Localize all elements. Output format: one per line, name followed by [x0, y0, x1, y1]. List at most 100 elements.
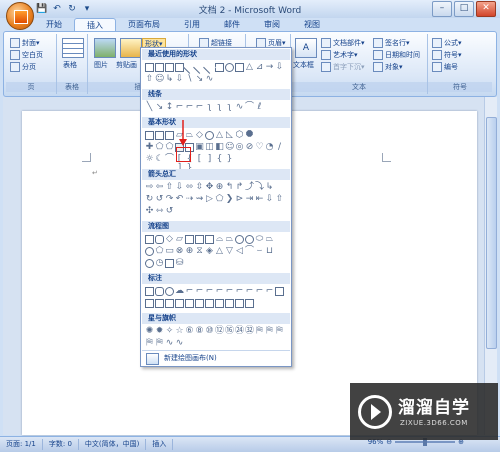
shape-item[interactable]: ⌒ [165, 155, 174, 164]
arrow-shape[interactable]: ⇧ [145, 75, 154, 84]
rectangle-shape[interactable] [235, 63, 244, 72]
textbox-label[interactable]: 文本框 [293, 60, 314, 70]
callout-shape[interactable] [155, 299, 164, 308]
callout-shape[interactable] [245, 299, 254, 308]
pentagon-shape[interactable]: ⬠ [155, 143, 164, 152]
line-shape[interactable]: ╲ [145, 103, 154, 112]
arrow-shape[interactable]: ⇨ [145, 183, 154, 192]
oval-shape[interactable] [205, 131, 214, 140]
arrow-shape[interactable]: ↺ [165, 207, 174, 216]
no-symbol-shape[interactable]: ⊘ [245, 143, 254, 152]
flowchart-shape[interactable]: △ [215, 247, 224, 256]
flowchart-shape[interactable] [145, 259, 154, 268]
page-count[interactable]: 页面: 1/1 [0, 439, 43, 450]
line-shape[interactable]: ʅ [215, 103, 224, 112]
table-icon[interactable] [62, 38, 84, 58]
banner-shape[interactable]: ⛿ [155, 339, 164, 348]
banner-shape[interactable]: ∿ [165, 339, 174, 348]
donut-shape[interactable]: ◎ [235, 143, 244, 152]
arrow-shape[interactable]: ↷ [165, 195, 174, 204]
clipart-label[interactable]: 剪贴画 [116, 60, 137, 70]
picture-icon[interactable] [94, 38, 116, 58]
line-shape[interactable]: ↘ [195, 75, 204, 84]
flowchart-shape[interactable]: ⛁ [175, 259, 184, 268]
star-shape[interactable]: ⑯ [225, 327, 234, 336]
arrow-shape[interactable]: ❯ [225, 195, 234, 204]
flowchart-shape[interactable]: ⌒ [245, 247, 254, 256]
moon-shape[interactable]: ☾ [155, 155, 164, 164]
signature-button[interactable]: 签名行▾ [373, 38, 410, 48]
arrow-shape[interactable]: ⇧ [275, 195, 284, 204]
arrow-shape[interactable]: ✥ [205, 183, 214, 192]
line-shape[interactable]: ∿ [235, 103, 244, 112]
maximize-button[interactable]: □ [454, 1, 474, 17]
flowchart-shape[interactable]: ⏢ [265, 235, 274, 244]
tab-home[interactable]: 开始 [34, 18, 74, 31]
star-shape[interactable]: ✧ [165, 327, 174, 336]
callout-shape[interactable]: ⌐ [245, 287, 254, 296]
new-drawing-canvas-item[interactable]: 新建绘图画布(N) [142, 350, 290, 365]
object-button[interactable]: 对象▾ [373, 62, 403, 72]
flowchart-shape[interactable] [205, 235, 214, 244]
datetime-button[interactable]: 日期和时间 [373, 50, 420, 60]
shape-item[interactable]: ◔ [265, 143, 274, 152]
flowchart-shape[interactable]: ⌓ [215, 235, 224, 244]
callout-shape[interactable] [165, 287, 174, 296]
callout-shape[interactable] [155, 287, 164, 296]
star-shape[interactable]: ☆ [175, 327, 184, 336]
star-shape[interactable]: ⑫ [215, 327, 224, 336]
shape-item[interactable]: ☺ [155, 75, 164, 84]
flowchart-shape[interactable]: ▭ [165, 247, 174, 256]
callout-shape[interactable] [145, 299, 154, 308]
callout-shape[interactable] [235, 299, 244, 308]
smiley-shape[interactable]: ☺ [225, 143, 234, 152]
arrow-shape[interactable]: ⇳ [195, 183, 204, 192]
brace-shape[interactable]: { [215, 155, 224, 164]
arrow-shape[interactable]: ⇦ [155, 183, 164, 192]
arrow-shape[interactable]: ⇤ [255, 195, 264, 204]
flowchart-shape[interactable] [235, 235, 244, 244]
bracket-shape[interactable]: [ [195, 155, 204, 164]
arrow-shape[interactable]: ⊕ [215, 183, 224, 192]
symbol-button[interactable]: 符号▾ [432, 50, 462, 60]
flowchart-shape[interactable] [165, 259, 174, 268]
shape-item[interactable]: ↳ [165, 75, 174, 84]
shape-item[interactable]: ∕ [275, 143, 284, 152]
arrow-shape[interactable]: ⇥ [245, 195, 254, 204]
callout-shape[interactable]: ⌐ [205, 287, 214, 296]
arrow-shape[interactable]: ⇩ [265, 195, 274, 204]
flowchart-shape[interactable]: ⧖ [195, 247, 204, 256]
word-count[interactable]: 字数: 0 [43, 439, 79, 450]
callout-shape[interactable]: ⌐ [255, 287, 264, 296]
callout-shape[interactable]: ⌐ [195, 287, 204, 296]
flowchart-shape[interactable]: ⊗ [175, 247, 184, 256]
banner-shape[interactable]: ⛿ [255, 327, 264, 336]
picture-label[interactable]: 图片 [94, 60, 108, 70]
oval-shape[interactable] [225, 63, 234, 72]
arrow-shape[interactable]: ✣ [145, 207, 154, 216]
banner-shape[interactable]: ∿ [175, 339, 184, 348]
flowchart-shape[interactable] [185, 235, 194, 244]
flowchart-shape[interactable]: ⬭ [255, 235, 264, 244]
table-label[interactable]: 表格 [63, 60, 77, 70]
cover-page-button[interactable]: 封面▾ [10, 38, 40, 48]
flowchart-shape[interactable]: ⊔ [265, 247, 274, 256]
arrow-shape[interactable]: ⬄ [185, 183, 194, 192]
star-shape[interactable]: ⑥ [185, 327, 194, 336]
arrow-shape[interactable]: ↻ [145, 195, 154, 204]
line-shape[interactable]: ⌒ [245, 103, 254, 112]
flowchart-shape[interactable] [245, 235, 254, 244]
diamond-shape[interactable]: ◇ [195, 131, 204, 140]
sun-shape[interactable]: ☼ [145, 155, 154, 164]
flowchart-shape[interactable]: ⏢ [225, 235, 234, 244]
line-shape[interactable] [203, 61, 216, 74]
minimize-button[interactable]: – [432, 1, 452, 17]
star-shape[interactable]: ⑩ [205, 327, 214, 336]
scrollbar-thumb[interactable] [486, 117, 497, 349]
callout-shape[interactable] [185, 299, 194, 308]
line-shape[interactable]: ↕ [165, 103, 174, 112]
flowchart-shape[interactable]: ◇ [165, 235, 174, 244]
rectangle-shape[interactable] [165, 131, 174, 140]
cross-shape[interactable]: ✚ [145, 143, 154, 152]
insert-mode[interactable]: 插入 [146, 439, 174, 450]
